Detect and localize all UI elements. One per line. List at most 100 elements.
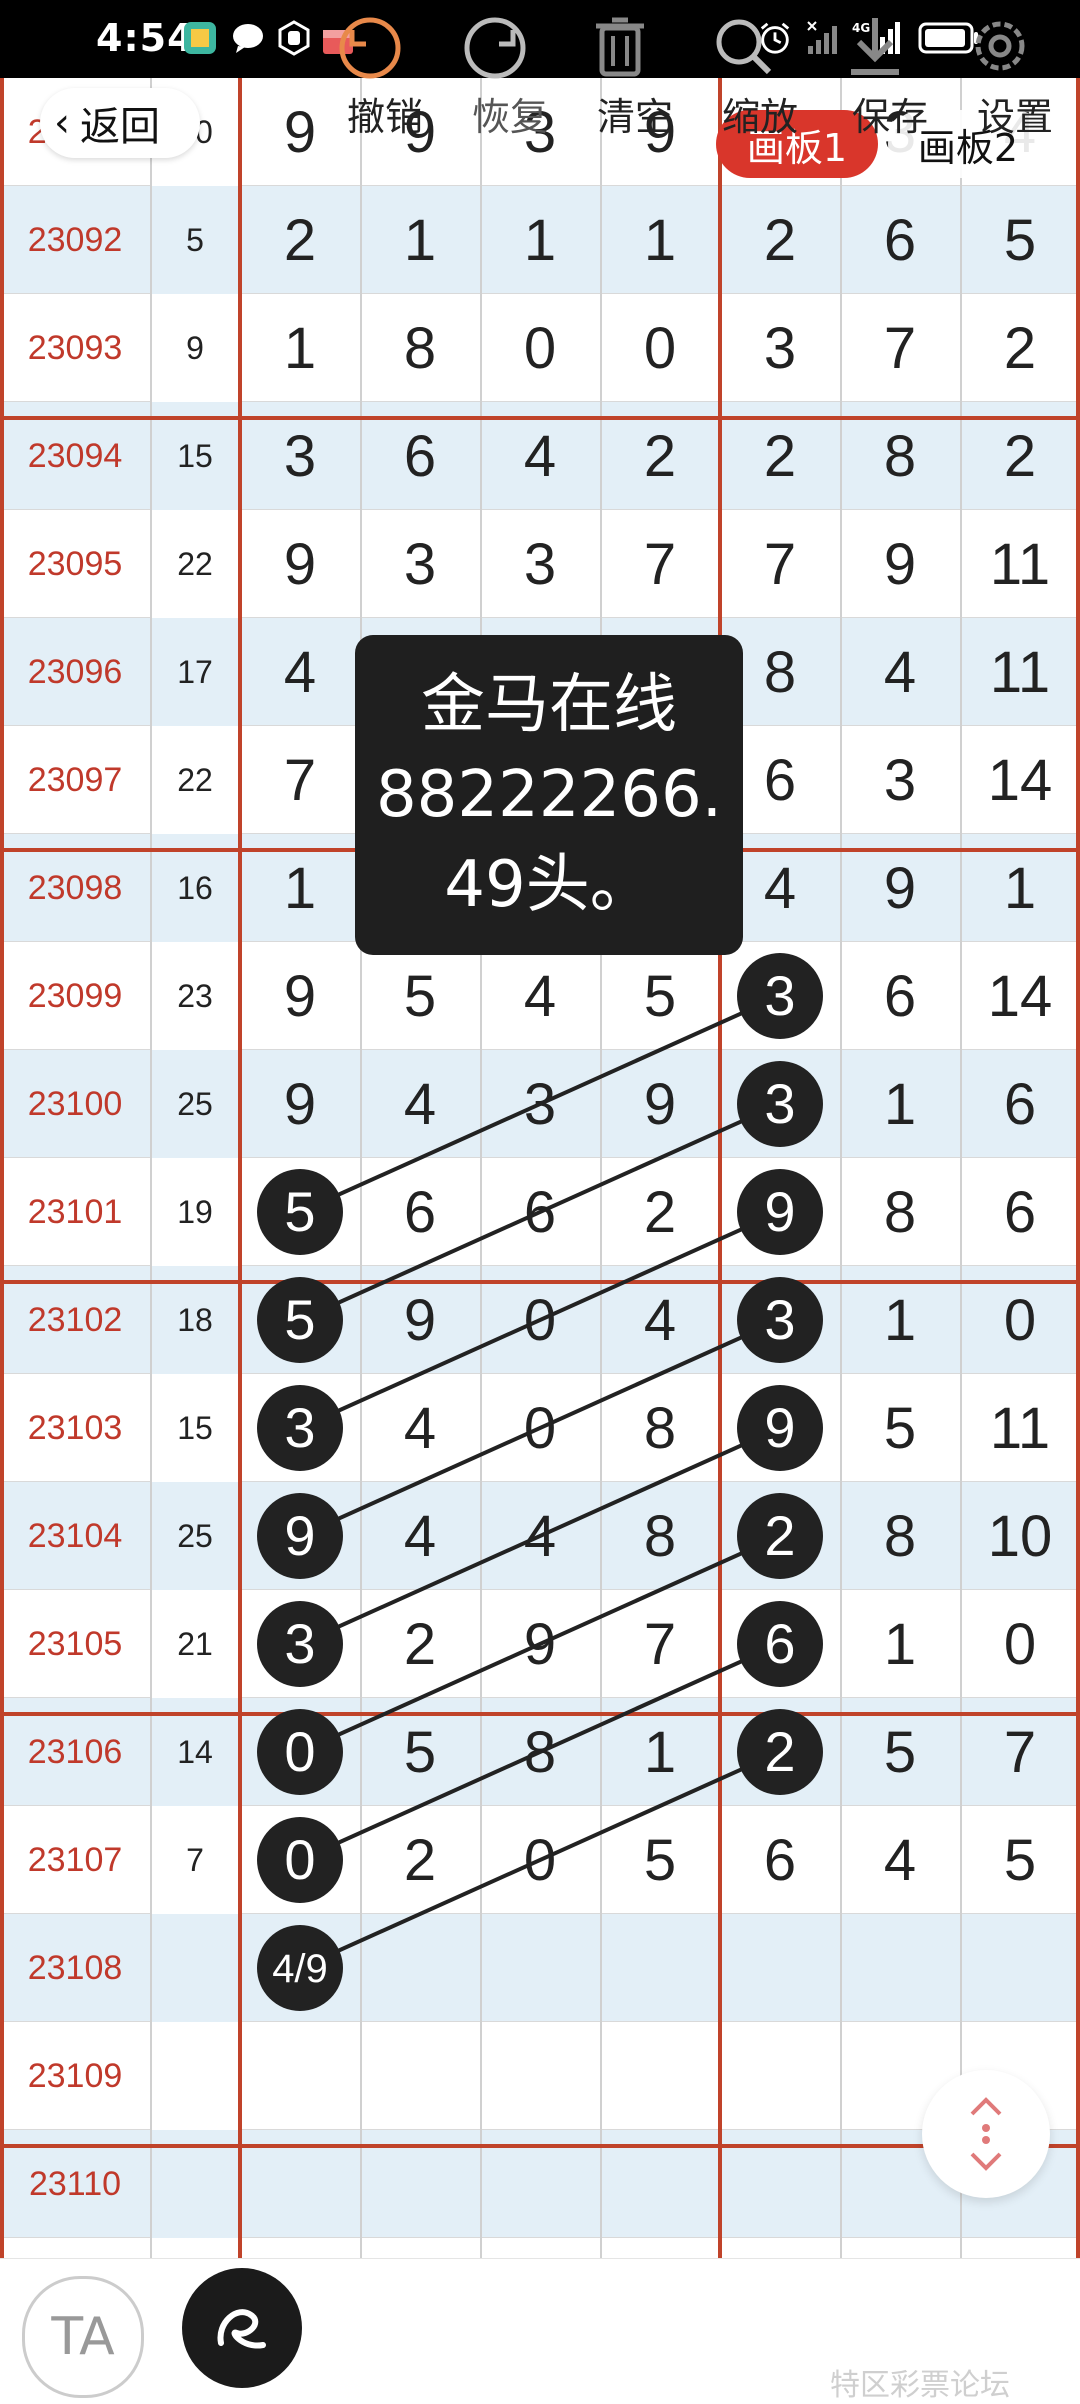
digit-cell[interactable]: 0 <box>480 1806 600 1914</box>
digit-cell[interactable]: 2 <box>240 186 360 294</box>
digit-cell[interactable]: 8 <box>600 1374 720 1482</box>
text-tool-button[interactable]: TA <box>22 2276 144 2398</box>
digit-cell[interactable]: 9 <box>720 1374 840 1482</box>
digit-cell[interactable]: 8 <box>840 1482 960 1590</box>
digit-cell[interactable]: 8 <box>600 1482 720 1590</box>
digit-cell[interactable] <box>240 1914 360 2022</box>
digit-cell[interactable]: 1 <box>360 186 480 294</box>
digit-cell[interactable]: 6 <box>840 942 960 1050</box>
digit-cell[interactable]: 11 <box>960 1374 1080 1482</box>
digit-cell[interactable]: 4 <box>360 1482 480 1590</box>
clear-button[interactable]: 清空 <box>580 10 690 140</box>
digit-cell[interactable]: 3 <box>480 510 600 618</box>
digit-sum: 19 <box>150 1158 240 1266</box>
settings-button[interactable]: 设置 <box>960 10 1070 140</box>
pen-tool-button[interactable] <box>182 2268 302 2388</box>
digit-cell[interactable]: 5 <box>600 942 720 1050</box>
digit-cell[interactable]: 4 <box>480 942 600 1050</box>
undo-button[interactable]: 撤销 <box>330 10 440 140</box>
digit-cell[interactable]: 2 <box>720 1482 840 1590</box>
digit-cell[interactable] <box>480 2022 600 2130</box>
digit-cell[interactable]: 3 <box>720 294 840 402</box>
digit-cell[interactable]: 9 <box>240 510 360 618</box>
digit-cell[interactable]: 4 <box>360 1374 480 1482</box>
digit-cell[interactable]: 5 <box>600 1806 720 1914</box>
back-button[interactable]: ‹ 返回 <box>40 88 200 158</box>
digit-cell[interactable]: 6 <box>840 186 960 294</box>
digit-cell[interactable]: 5 <box>840 1374 960 1482</box>
digit-cell[interactable]: 7 <box>240 726 360 834</box>
digit-cell[interactable]: 6 <box>360 1158 480 1266</box>
digit-cell[interactable]: 6 <box>720 1806 840 1914</box>
digit-cell[interactable]: 9 <box>240 942 360 1050</box>
digit-cell[interactable] <box>720 2022 840 2130</box>
digit-cell[interactable]: 0 <box>240 1806 360 1914</box>
digit-cell[interactable]: 0 <box>600 294 720 402</box>
redo-button[interactable]: 恢复 <box>455 10 565 140</box>
digit-cell[interactable]: 9 <box>600 1050 720 1158</box>
digit-cell[interactable] <box>960 1914 1080 2022</box>
digit-cell[interactable]: 9 <box>840 510 960 618</box>
digit-cell[interactable] <box>480 1914 600 2022</box>
digit-cell[interactable]: 5 <box>960 186 1080 294</box>
digit-cell[interactable]: 6 <box>960 1050 1080 1158</box>
digit-cell[interactable]: 7 <box>600 510 720 618</box>
scroll-toggle-button[interactable] <box>922 2070 1050 2198</box>
digit-cell[interactable]: 14 <box>960 942 1080 1050</box>
digit-cell[interactable]: 4 <box>840 1806 960 1914</box>
digit-cell[interactable]: 3 <box>720 1050 840 1158</box>
digit-cell[interactable]: 3 <box>360 510 480 618</box>
digit-cell[interactable]: 11 <box>960 618 1080 726</box>
digit-cell[interactable]: 7 <box>720 510 840 618</box>
digit-cell[interactable]: 5 <box>240 1158 360 1266</box>
digit-cell[interactable]: 3 <box>720 942 840 1050</box>
digit-cell[interactable]: 14 <box>960 726 1080 834</box>
digit-cell[interactable]: 10 <box>960 1482 1080 1590</box>
digit-cell[interactable]: 2 <box>360 1590 480 1698</box>
digit-cell[interactable]: 2 <box>360 1806 480 1914</box>
zoom-button[interactable]: 缩放 <box>705 10 815 140</box>
digit-cell[interactable]: 4 <box>480 1482 600 1590</box>
digit-cell[interactable]: 9 <box>480 1590 600 1698</box>
digit-cell[interactable]: 2 <box>720 186 840 294</box>
digit-cell[interactable] <box>240 2022 360 2130</box>
digit-cell[interactable]: 7 <box>840 294 960 402</box>
digit-cell[interactable] <box>600 2022 720 2130</box>
digit-cell[interactable]: 0 <box>480 1374 600 1482</box>
digit-cell[interactable]: 1 <box>480 186 600 294</box>
digit-cell[interactable]: 5 <box>360 942 480 1050</box>
digit-cell[interactable]: 1 <box>600 186 720 294</box>
digit-cell[interactable]: 4 <box>240 618 360 726</box>
digit-cell[interactable]: 7 <box>600 1590 720 1698</box>
digit-cell[interactable] <box>360 1914 480 2022</box>
digit-cell[interactable]: 6 <box>480 1158 600 1266</box>
digit-cell[interactable]: 1 <box>840 1590 960 1698</box>
digit-cell[interactable]: 6 <box>720 1590 840 1698</box>
digit-cell[interactable]: 0 <box>960 1590 1080 1698</box>
digit-cell[interactable]: 9 <box>240 1482 360 1590</box>
digit-cell[interactable]: 8 <box>840 1158 960 1266</box>
save-button[interactable]: 保存 <box>835 10 945 140</box>
digit-cell[interactable]: 8 <box>360 294 480 402</box>
digit-cell[interactable]: 2 <box>600 1158 720 1266</box>
digit-cell[interactable]: 3 <box>240 1590 360 1698</box>
digit-cell[interactable]: 0 <box>480 294 600 402</box>
digit-cell[interactable]: 5 <box>960 1806 1080 1914</box>
digit-cell[interactable]: 4 <box>840 618 960 726</box>
chevron-left-icon: ‹ <box>54 100 70 146</box>
digit-cell[interactable] <box>600 1914 720 2022</box>
digit-cell[interactable] <box>840 1914 960 2022</box>
digit-cell[interactable]: 3 <box>840 726 960 834</box>
digit-cell[interactable]: 1 <box>240 294 360 402</box>
digit-cell[interactable] <box>720 1914 840 2022</box>
digit-cell[interactable]: 11 <box>960 510 1080 618</box>
digit-cell[interactable]: 4 <box>360 1050 480 1158</box>
digit-cell[interactable]: 2 <box>960 294 1080 402</box>
digit-cell[interactable]: 9 <box>720 1158 840 1266</box>
digit-cell[interactable]: 9 <box>240 1050 360 1158</box>
digit-cell[interactable]: 1 <box>840 1050 960 1158</box>
digit-cell[interactable]: 3 <box>480 1050 600 1158</box>
digit-cell[interactable]: 6 <box>960 1158 1080 1266</box>
digit-cell[interactable]: 3 <box>240 1374 360 1482</box>
digit-cell[interactable] <box>360 2022 480 2130</box>
